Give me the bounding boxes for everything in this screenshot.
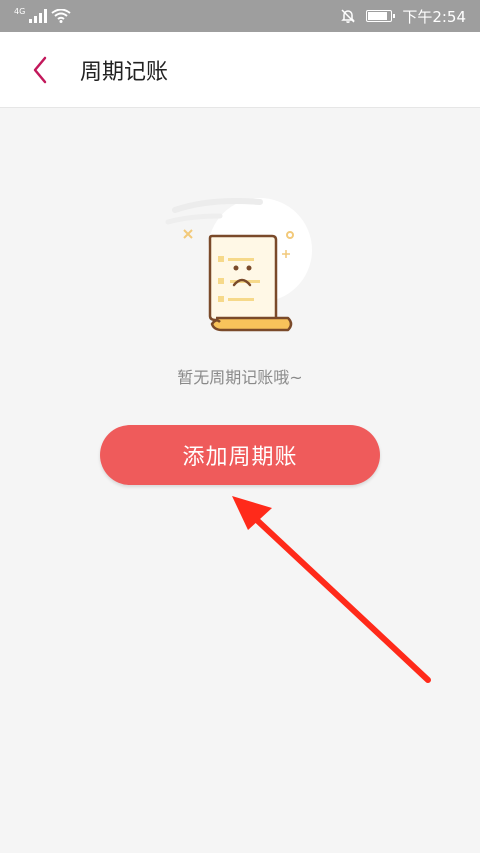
page-title: 周期记账 [80, 59, 169, 85]
battery-icon [366, 10, 396, 22]
network-type: 4G [14, 7, 26, 16]
battery-level [368, 12, 387, 20]
status-bar: 4G 下午2:54 [0, 0, 480, 32]
back-button[interactable] [0, 32, 80, 108]
add-recurring-entry-button[interactable]: 添加周期账 [100, 425, 380, 485]
empty-ledger-icon [165, 198, 312, 332]
chevron-left-icon [33, 56, 47, 83]
wifi-icon [51, 9, 71, 23]
mute-bell-icon [341, 9, 356, 23]
status-time: 下午2:54 [402, 7, 466, 26]
status-right: 下午2:54 [340, 6, 466, 27]
status-left: 4G [14, 7, 71, 23]
signal-icon [29, 9, 48, 23]
empty-message: 暂无周期记账哦~ [177, 368, 303, 387]
app-header: 周期记账 [0, 32, 480, 108]
